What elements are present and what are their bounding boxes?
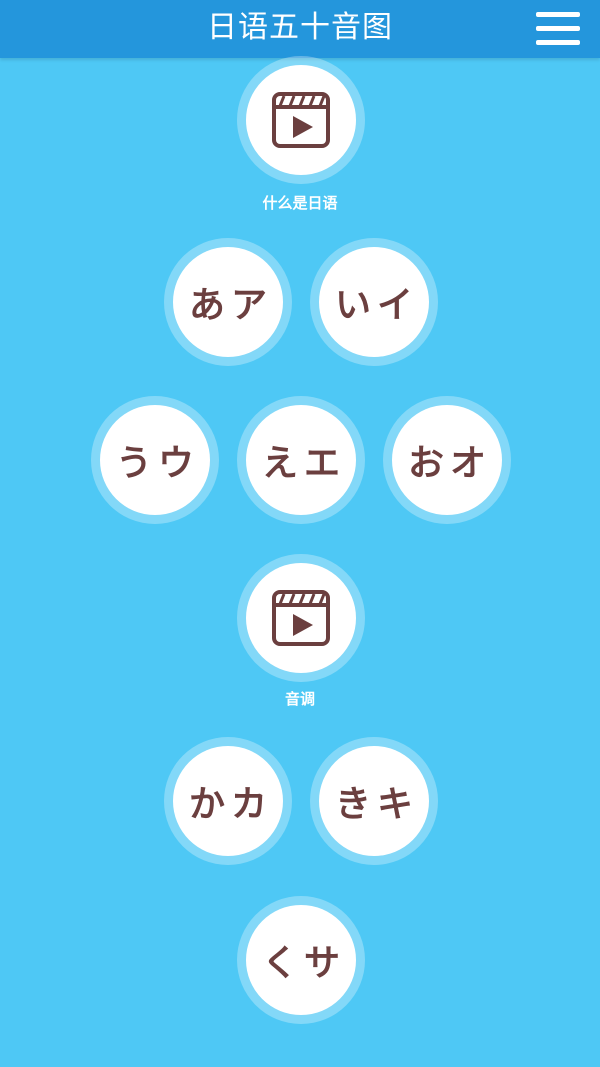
kana-ki-text: きキ bbox=[319, 746, 429, 856]
video-tone-circle bbox=[246, 563, 356, 673]
video-what-is-japanese-label: 什么是日语 bbox=[262, 194, 338, 212]
kana-i-button[interactable]: いイ bbox=[310, 238, 438, 366]
hamburger-menu-icon-bar-top bbox=[536, 12, 580, 17]
kana-u-button[interactable]: うウ bbox=[91, 396, 219, 524]
kana-ka-text: かカ bbox=[173, 746, 283, 856]
kana-i-text: いイ bbox=[319, 247, 429, 357]
kana-a-text: あア bbox=[173, 247, 283, 357]
video-tone-button[interactable] bbox=[237, 554, 365, 682]
kana-ku-text: くサ bbox=[246, 905, 356, 1015]
video-what-is-japanese-button[interactable] bbox=[237, 56, 365, 184]
kana-ka-button[interactable]: かカ bbox=[164, 737, 292, 865]
video-play-icon bbox=[272, 92, 330, 148]
menu-button[interactable] bbox=[536, 10, 580, 48]
kana-e-text: えエ bbox=[246, 405, 356, 515]
hamburger-menu-icon-bar-middle bbox=[536, 26, 580, 31]
kana-u-text: うウ bbox=[100, 405, 210, 515]
video-tone-label: 音调 bbox=[284, 690, 315, 708]
kana-o-button[interactable]: おオ bbox=[383, 396, 511, 524]
hamburger-menu-icon-bar-bottom bbox=[536, 40, 580, 45]
app-header: 日语五十音图 bbox=[0, 0, 600, 58]
kana-ki-button[interactable]: きキ bbox=[310, 737, 438, 865]
video-play-icon bbox=[272, 590, 330, 646]
kana-o-text: おオ bbox=[392, 405, 502, 515]
kana-ku-button[interactable]: くサ bbox=[237, 896, 365, 1024]
page-title: 日语五十音图 bbox=[207, 10, 393, 45]
kana-e-button[interactable]: えエ bbox=[237, 396, 365, 524]
video-what-is-japanese-circle bbox=[246, 65, 356, 175]
kana-a-button[interactable]: あア bbox=[164, 238, 292, 366]
